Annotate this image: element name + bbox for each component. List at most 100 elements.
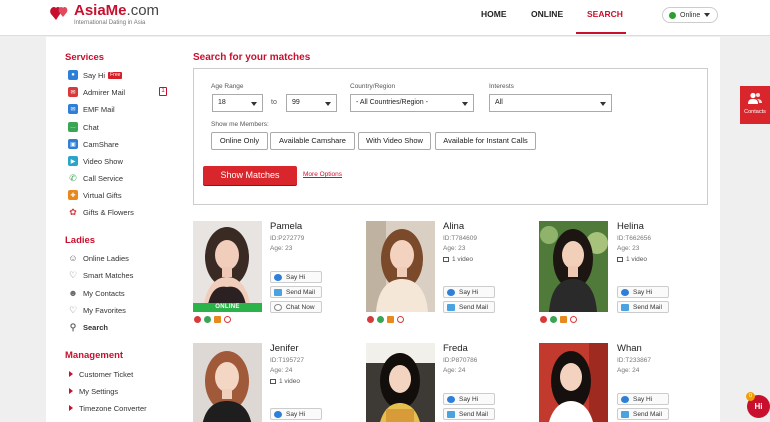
profile-name[interactable]: Whan (617, 343, 642, 354)
sidebar-item-my-favorites[interactable]: ♡ My Favorites (68, 304, 126, 316)
profile-age: Age: 23 (443, 245, 466, 252)
profile-photo[interactable]: ONLINE (193, 221, 262, 312)
sidebar-item-customer-ticket[interactable]: Customer Ticket (68, 368, 133, 380)
profile-name[interactable]: Pamela (270, 221, 302, 232)
send-mail-button[interactable]: Send Mail (270, 286, 322, 298)
search-title: Search for your matches (193, 52, 311, 63)
sidebar-item-my-settings[interactable]: My Settings (68, 385, 118, 397)
button-label: Send Mail (633, 410, 662, 418)
online-status-select[interactable]: Online (662, 7, 718, 23)
gift-icon[interactable] (387, 316, 394, 323)
sidebar-item-video-show[interactable]: ▶ Video Show (68, 155, 123, 167)
say-hi-button[interactable]: Say Hi (443, 286, 495, 298)
sidebar-item-smart-matches[interactable]: ♡ Smart Matches (68, 269, 133, 281)
sidebar-item-label: Online Ladies (83, 253, 129, 263)
say-hi-count-badge: 0 (746, 392, 755, 401)
filter-instant-calls-button[interactable]: Available for Instant Calls (435, 132, 536, 150)
video-count[interactable]: 1 video (270, 378, 300, 385)
sidebar-item-search[interactable]: ⚲ Search (68, 321, 108, 333)
send-mail-button[interactable]: Send Mail (617, 301, 669, 313)
say-hi-button[interactable]: Say Hi (617, 286, 669, 298)
sidebar-item-chat[interactable]: … Chat (68, 121, 99, 133)
profile-id: ID:T784609 (443, 235, 477, 242)
filter-online-only-button[interactable]: Online Only (211, 132, 268, 150)
sidebar-item-label: Virtual Gifts (83, 190, 122, 200)
say-hi-button[interactable]: Say Hi (443, 393, 495, 405)
video-icon (617, 257, 623, 262)
heart-icon[interactable] (397, 316, 404, 323)
chat-now-button[interactable]: Chat Now (270, 301, 322, 313)
phone-icon[interactable] (377, 316, 384, 323)
sidebar-item-admirer-mail[interactable]: ✉ Admirer Mail (68, 86, 125, 98)
sidebar-item-my-contacts[interactable]: ☻ My Contacts (68, 287, 124, 299)
phone-icon[interactable] (204, 316, 211, 323)
logo-hearts-icon (50, 7, 68, 20)
profile-photo[interactable] (539, 221, 608, 312)
more-options-link[interactable]: More Options (303, 171, 342, 178)
profile-name[interactable]: Helina (617, 221, 644, 232)
profile-name[interactable]: Jenifer (270, 343, 299, 354)
heart-icon[interactable] (224, 316, 231, 323)
interests-value: All (495, 99, 503, 106)
sidebar-item-label: Admirer Mail (83, 87, 126, 97)
sidebar-item-call-service[interactable]: ✆ Call Service (68, 172, 123, 184)
flower-icon[interactable] (540, 316, 547, 323)
contacts-side-tab[interactable]: Contacts (740, 86, 770, 124)
video-count[interactable]: 1 video (443, 256, 473, 263)
say-hi-button[interactable]: Say Hi (270, 271, 322, 283)
send-mail-button[interactable]: Send Mail (443, 408, 495, 420)
video-count[interactable]: 1 video (617, 256, 647, 263)
button-label: Chat Now (286, 303, 315, 311)
filter-video-show-button[interactable]: With Video Show (358, 132, 431, 150)
nav-search[interactable]: SEARCH (587, 9, 623, 19)
sidebar-item-camshare[interactable]: ▣ CamShare (68, 138, 119, 150)
heart-icon[interactable] (570, 316, 577, 323)
person-icon: ☺ (68, 253, 78, 263)
gift-icon[interactable] (214, 316, 221, 323)
profile-photo[interactable] (366, 343, 435, 422)
profile-photo[interactable] (193, 343, 262, 422)
contacts-icon: ☻ (68, 288, 78, 298)
filter-camshare-button[interactable]: Available Camshare (270, 132, 355, 150)
send-mail-button[interactable]: Send Mail (443, 301, 495, 313)
heart-icon: ♡ (68, 304, 78, 315)
say-hi-button[interactable]: Say Hi (270, 408, 322, 420)
nav-online[interactable]: ONLINE (531, 9, 563, 19)
chevron-down-icon (600, 102, 606, 106)
country-select[interactable]: - All Countries/Region - (350, 94, 474, 112)
say-hi-button[interactable]: Say Hi (617, 393, 669, 405)
profile-photo[interactable] (539, 343, 608, 422)
flower-icon[interactable] (194, 316, 201, 323)
profile-photo[interactable] (366, 221, 435, 312)
phone-icon[interactable] (550, 316, 557, 323)
flower-icon[interactable] (367, 316, 374, 323)
age-to-select[interactable]: 99 (286, 94, 337, 112)
nav-home[interactable]: HOME (481, 9, 507, 19)
age-from-select[interactable]: 18 (212, 94, 263, 112)
sidebar-item-label: Chat (83, 122, 99, 132)
show-matches-button[interactable]: Show Matches (203, 166, 297, 185)
say-hi-icon: ● (68, 70, 78, 80)
caret-right-icon (68, 403, 74, 413)
sidebar-item-label: Say Hi (83, 70, 106, 80)
gift-icon[interactable] (560, 316, 567, 323)
chat-icon (274, 303, 282, 311)
interests-select[interactable]: All (489, 94, 612, 112)
sidebar-item-gifts-flowers[interactable]: ✿ Gifts & Flowers (68, 206, 134, 218)
sidebar-item-online-ladies[interactable]: ☺ Online Ladies (68, 252, 129, 264)
sidebar-item-label: Gifts & Flowers (83, 207, 134, 217)
sidebar-item-label: Timezone Converter (79, 403, 147, 413)
button-label: Send Mail (459, 303, 488, 311)
send-mail-button[interactable]: Send Mail (617, 408, 669, 420)
profile-id: ID:T195727 (270, 357, 304, 364)
sidebar-item-label: Call Service (83, 173, 124, 183)
admirer-mail-count-badge: 1 (159, 87, 167, 96)
profile-name[interactable]: Alina (443, 221, 464, 232)
sidebar-item-virtual-gifts[interactable]: ✚ Virtual Gifts (68, 189, 122, 201)
profile-id: ID:P870786 (443, 357, 478, 364)
profile-name[interactable]: Freda (443, 343, 468, 354)
sidebar-item-say-hi[interactable]: ● Say Hi Free (68, 69, 123, 81)
sidebar-item-timezone-converter[interactable]: Timezone Converter (68, 402, 147, 414)
sidebar-item-emf-mail[interactable]: ✉ EMF Mail (68, 103, 115, 115)
logo[interactable]: AsiaMe.com International Dating in Asia (50, 3, 159, 27)
